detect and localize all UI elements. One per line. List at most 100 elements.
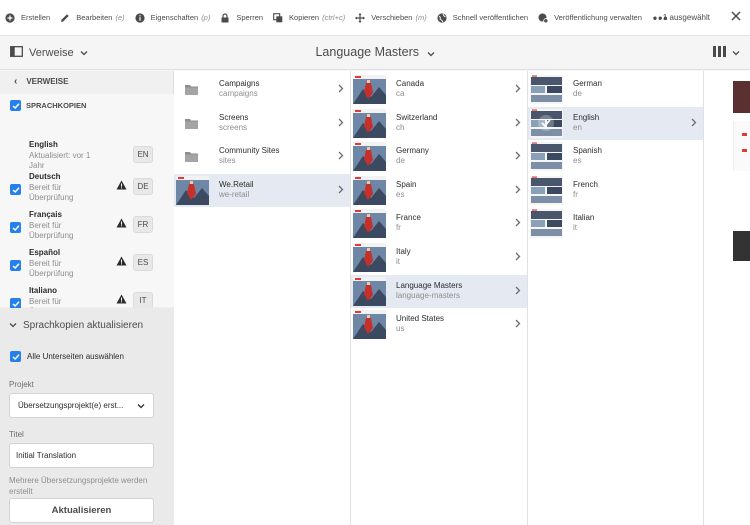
- chevron-down-icon: [137, 402, 145, 411]
- item-title: Germany: [396, 146, 429, 156]
- add-circle-icon: [5, 12, 15, 23]
- item-name: us: [396, 324, 405, 334]
- item-title: Canada: [396, 79, 425, 88]
- page-thumbnail: [353, 209, 386, 239]
- language-name: Deutsch: [29, 172, 61, 181]
- column-item[interactable]: Switzerland ch: [351, 107, 527, 140]
- toolbar-action-shortcut: (ctrl+c): [322, 13, 346, 22]
- column-item[interactable]: Spain es: [351, 174, 527, 207]
- language-copy-checkbox[interactable]: [10, 260, 21, 271]
- item-title: Community Sites: [219, 146, 280, 156]
- project-select[interactable]: Übersetzungsprojekt(e) erst...: [9, 393, 154, 418]
- alert-icon: [116, 294, 127, 306]
- chevron-right-icon[interactable]: [515, 185, 521, 196]
- column-item[interactable]: Germany de: [351, 140, 527, 173]
- rail-back-button[interactable]: ‹ VERWEISE: [0, 71, 173, 91]
- toolbar-action-erstellen[interactable]: Erstellen: [0, 0, 55, 36]
- toolbar-action-sperren[interactable]: Sperren: [215, 0, 268, 36]
- column-item[interactable]: English en: [528, 106, 703, 140]
- toolbar-action-verschieben[interactable]: Verschieben (m): [350, 0, 432, 36]
- toolbar-action-bearbeiten[interactable]: Bearbeiten (e): [55, 0, 129, 36]
- select-all-copies-checkbox[interactable]: [10, 100, 21, 111]
- column-item[interactable]: Community Sites sites: [174, 140, 350, 173]
- column-item[interactable]: Canada ca: [351, 73, 527, 106]
- item-name: en: [573, 122, 582, 132]
- column-item[interactable]: We.Retail we-retail: [174, 173, 350, 207]
- preview-thumbnail: [733, 231, 750, 261]
- column-item[interactable]: German de: [528, 73, 703, 106]
- toolbar-action-veröffentlichung-verwalten[interactable]: Veröffentlichung verwalten: [533, 0, 647, 36]
- column-view-column-2: Canada ca Switzerland ch Germany de Spain es Fra…: [351, 71, 528, 525]
- toolbar-action-schnell-veröffentlichen[interactable]: Schnell veröffentlichen: [432, 0, 533, 36]
- column-item[interactable]: France fr: [351, 207, 527, 240]
- column-item[interactable]: Spanish es: [528, 140, 703, 173]
- page-thumbnail: [530, 142, 563, 172]
- column-item[interactable]: Italy it: [351, 241, 527, 274]
- column-item[interactable]: Language Masters language-masters: [351, 274, 527, 308]
- close-selection-icon[interactable]: [728, 8, 744, 24]
- update-section-toggle[interactable]: Sprachkopien aktualisieren: [9, 320, 143, 331]
- alert-icon: [116, 180, 127, 192]
- view-switcher-button[interactable]: [713, 46, 740, 59]
- chevron-right-icon[interactable]: [515, 218, 521, 229]
- page-title: Language Masters: [315, 45, 420, 59]
- chevron-right-icon[interactable]: [515, 118, 521, 129]
- chevron-right-icon[interactable]: [338, 84, 344, 95]
- select-all-subpages-checkbox[interactable]: [10, 351, 21, 362]
- chevron-right-icon[interactable]: [515, 252, 521, 263]
- toolbar-action-eigenschaften[interactable]: Eigenschaften (p): [130, 0, 216, 36]
- language-copy-row: Español Bereit für Überprüfung ES: [10, 248, 160, 284]
- chevron-right-icon[interactable]: [515, 319, 521, 330]
- language-name: English: [29, 140, 58, 149]
- item-name: es: [396, 189, 405, 199]
- chevron-right-icon[interactable]: [338, 118, 344, 129]
- edit-pencil-icon: [60, 13, 70, 23]
- page-thumbnail: [353, 108, 386, 138]
- preview-thumbnail: [733, 81, 750, 113]
- language-code-badge: DE: [133, 178, 153, 195]
- language-copy-row: English Aktualisiert: vor 1 Jahr EN: [10, 140, 160, 176]
- selected-check-icon: [538, 114, 554, 131]
- language-status: Aktualisiert: vor 1 Jahr: [29, 151, 91, 170]
- column-view-icon: [713, 46, 726, 59]
- globe-manage-icon: [538, 13, 549, 23]
- language-copy-checkbox[interactable]: [10, 222, 21, 233]
- title-label: Titel: [9, 430, 24, 439]
- toolbar-action-label: Veröffentlichung verwalten: [554, 13, 642, 22]
- chevron-right-icon[interactable]: [691, 118, 697, 129]
- item-name: ca: [396, 89, 405, 98]
- language-copy-checkbox[interactable]: [10, 184, 21, 195]
- column-item[interactable]: Campaigns campaigns: [174, 73, 350, 106]
- item-name: de: [573, 89, 582, 98]
- chevron-right-icon[interactable]: [515, 286, 521, 297]
- info-icon: [135, 12, 145, 23]
- preview-thumbnail: [733, 121, 750, 171]
- page-thumbnail: [530, 175, 563, 205]
- move-icon: [355, 12, 366, 23]
- item-title: Spanish: [573, 146, 602, 156]
- item-title: France: [396, 213, 421, 223]
- chevron-right-icon[interactable]: [515, 84, 521, 95]
- column-item[interactable]: French fr: [528, 174, 703, 207]
- chevron-down-icon: [9, 320, 17, 331]
- language-name: Italiano: [29, 286, 58, 295]
- select-all-subpages-label: Alle Unterseiten auswählen: [27, 352, 124, 361]
- column-item[interactable]: Screens screens: [174, 107, 350, 140]
- side-rail: ‹ VERWEISE SPRACHKOPIEN English Aktualisi…: [0, 71, 174, 525]
- chevron-left-icon: ‹: [14, 75, 18, 87]
- column-view-column-1: Campaigns campaigns Screens screens Communit…: [174, 71, 351, 525]
- column-item[interactable]: United States us: [351, 308, 527, 341]
- chevron-right-icon[interactable]: [515, 151, 521, 162]
- chevron-right-icon[interactable]: [338, 151, 344, 162]
- selection-count: 1 ausgewählt: [662, 13, 710, 22]
- item-title: Italian: [573, 213, 595, 223]
- item-title: Spain: [396, 179, 417, 189]
- toolbar-action-kopieren[interactable]: Kopieren (ctrl+c): [268, 0, 350, 36]
- column-item[interactable]: Italian it: [528, 207, 703, 240]
- language-code-badge: EN: [133, 146, 153, 163]
- chevron-right-icon[interactable]: [338, 185, 344, 196]
- update-button[interactable]: Aktualisieren: [9, 498, 154, 523]
- language-name: Español: [29, 248, 61, 257]
- title-chevron-down-icon[interactable]: [427, 46, 435, 60]
- title-input[interactable]: [9, 443, 154, 468]
